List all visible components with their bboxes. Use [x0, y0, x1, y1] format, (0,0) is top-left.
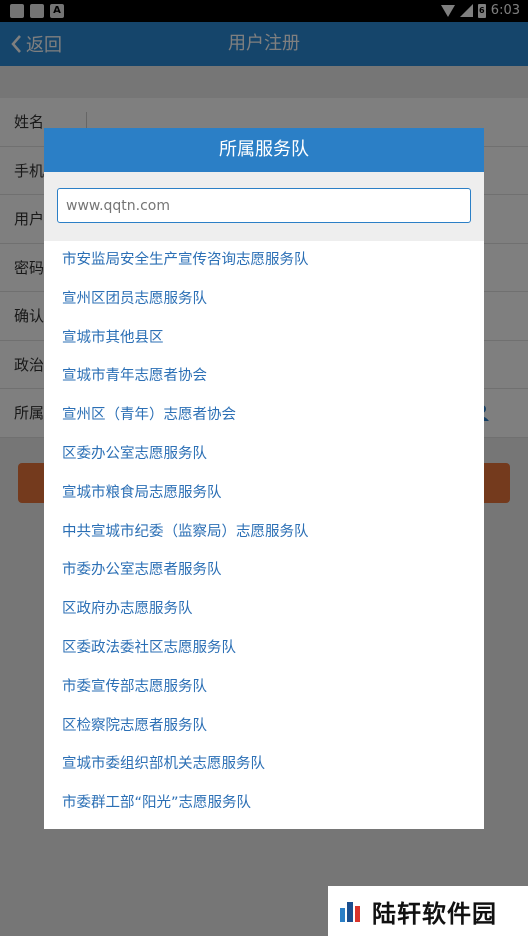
list-item[interactable]: 市委宣传部志愿服务队 [44, 668, 484, 707]
list-item[interactable]: 区检察院志愿者服务队 [44, 707, 484, 746]
list-item[interactable]: 区委办公室志愿服务队 [44, 435, 484, 474]
list-item[interactable]: 市委办公室志愿者服务队 [44, 551, 484, 590]
dialog-search-area [44, 172, 484, 241]
watermark-text: 陆轩软件园 [372, 899, 497, 928]
list-item[interactable]: 中共宣城市纪委（监察局）志愿服务队 [44, 513, 484, 552]
list-item[interactable]: 区政府办志愿服务队 [44, 590, 484, 629]
watermark: 陆轩软件园 [328, 886, 528, 936]
list-item[interactable]: 宣城市粮食局志愿服务队 [44, 474, 484, 513]
list-item[interactable]: 区委政法委社区志愿服务队 [44, 629, 484, 668]
list-item[interactable]: 市委群工部“阳光”志愿服务队 [44, 784, 484, 823]
dialog-title: 所属服务队 [44, 128, 484, 172]
team-list: 市安监局安全生产宣传咨询志愿服务队 宣州区团员志愿服务队 宣城市其他县区 宣城市… [44, 241, 484, 823]
list-item[interactable]: 宣城市青年志愿者协会 [44, 357, 484, 396]
list-item[interactable]: 宣城市委组织部机关志愿服务队 [44, 745, 484, 784]
search-input[interactable] [57, 188, 471, 223]
list-item[interactable]: 宣州区团员志愿服务队 [44, 280, 484, 319]
list-item[interactable]: 宣城市其他县区 [44, 319, 484, 358]
team-select-dialog: 所属服务队 市安监局安全生产宣传咨询志愿服务队 宣州区团员志愿服务队 宣城市其他… [44, 128, 484, 829]
list-item[interactable]: 宣州区（青年）志愿者协会 [44, 396, 484, 435]
logo-icon [340, 902, 360, 922]
list-item[interactable]: 市安监局安全生产宣传咨询志愿服务队 [44, 241, 484, 280]
